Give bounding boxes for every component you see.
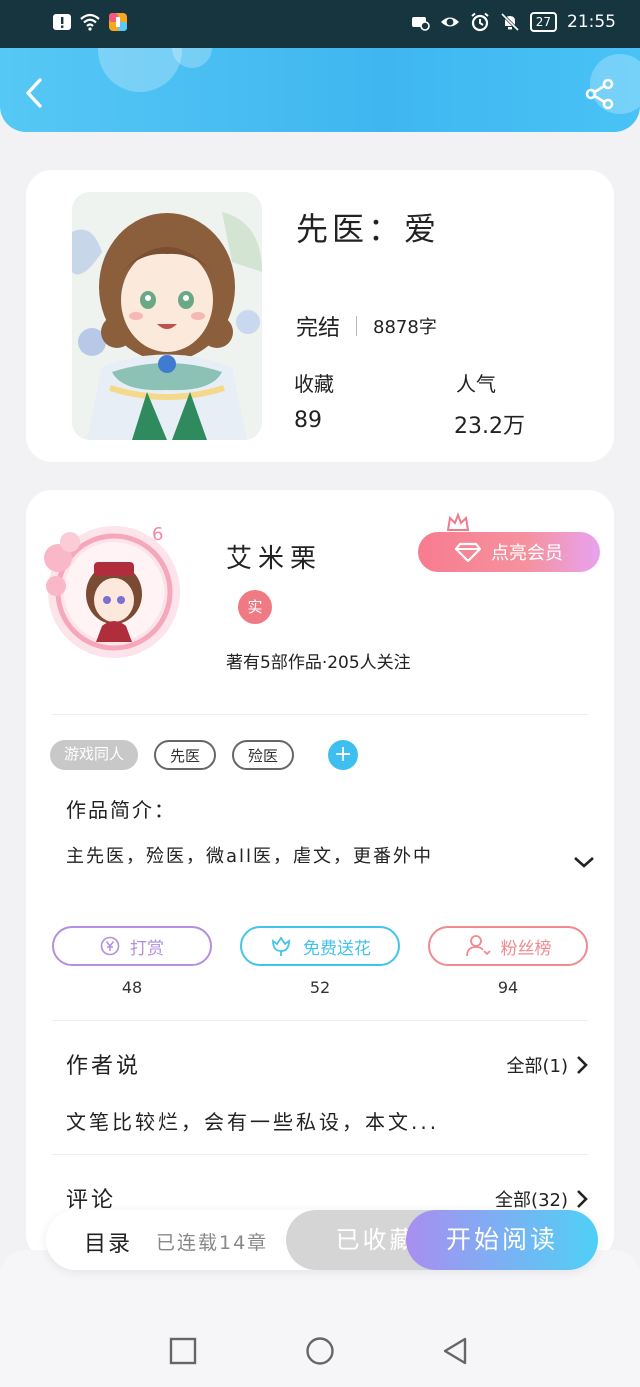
author-say-more-label: 全部(1) — [506, 1056, 569, 1077]
divider — [52, 1154, 588, 1155]
chevron-right-icon — [577, 1190, 588, 1208]
car-mode-icon — [411, 17, 430, 31]
author-stats: 著有5部作品·205人关注 — [226, 653, 411, 673]
author-say-more-link[interactable]: 全部(1) — [507, 1052, 589, 1078]
author-say-text[interactable]: 文笔比较烂，会有一些私设，本文... — [66, 1106, 439, 1135]
top-header — [0, 48, 640, 132]
expand-chevron-icon[interactable] — [572, 854, 596, 870]
tag-item[interactable]: 殓医 — [232, 740, 295, 770]
send-flower-button[interactable]: 免费送花 — [240, 926, 400, 966]
tag-item[interactable]: 先医 — [154, 740, 217, 770]
intro-text: 主先医，殓医，微all医，虐文，更番外中 — [66, 846, 434, 867]
vip-button-label: 点亮会员 — [491, 543, 563, 564]
flower-count: 52 — [309, 978, 331, 997]
divider — [52, 714, 588, 715]
crown-icon — [446, 512, 470, 531]
chapter-count: 已连载14章 — [156, 1232, 269, 1254]
fan-ranking-button-label: 粉丝榜 — [500, 938, 552, 959]
divider — [52, 1020, 588, 1021]
decor-bubble — [98, 48, 182, 92]
mute-bell-icon — [500, 12, 519, 32]
add-tag-button[interactable]: + — [328, 740, 359, 770]
reward-button-label: 打赏 — [130, 938, 164, 959]
reward-button[interactable]: 打赏 — [52, 926, 212, 966]
intro-heading: 作品简介： — [66, 798, 176, 822]
author-detail-card: 6 艾米栗 实 著有5部作品·205人关注 点亮会员 游戏同人 先医 殓医 + … — [26, 490, 614, 1260]
author-name[interactable]: 艾米栗 — [226, 538, 322, 575]
favorites-value: 89 — [294, 408, 322, 433]
popularity-value: 23.2万 — [454, 414, 525, 439]
status-bar: 27 21:55 — [0, 0, 640, 48]
author-say-heading: 作者说 — [66, 1054, 142, 1079]
reward-count: 48 — [121, 978, 143, 997]
share-button[interactable] — [584, 78, 616, 110]
word-count: 8878字 — [373, 317, 437, 338]
comments-more-link[interactable]: 全部(32) — [495, 1186, 588, 1212]
diamond-icon — [455, 542, 481, 562]
wifi-icon — [80, 13, 100, 31]
author-avatar[interactable]: 6 — [40, 518, 188, 666]
popularity-label: 人气 — [456, 372, 496, 396]
chevron-right-icon — [577, 1056, 588, 1074]
read-action-bar: 目录 已连载14章 已收藏 开始阅读 — [46, 1210, 598, 1270]
send-flower-button-label: 免费送花 — [303, 938, 371, 959]
fan-ranking-button[interactable]: 粉丝榜 — [428, 926, 588, 966]
favorites-label: 收藏 — [294, 372, 334, 396]
book-status-row: 完结 8878字 — [296, 310, 437, 342]
book-title: 先医：爱 — [296, 210, 441, 248]
battery-indicator: 27 — [529, 12, 557, 32]
yen-coin-icon — [100, 936, 120, 956]
recent-apps-button[interactable] — [168, 1336, 198, 1366]
tag-item[interactable]: 游戏同人 — [50, 740, 139, 770]
clock: 21:55 — [567, 12, 616, 32]
alert-icon — [53, 14, 71, 30]
system-nav-bar — [0, 1310, 640, 1387]
app-notification-icon — [109, 13, 127, 31]
alarm-icon — [471, 12, 489, 32]
start-reading-button[interactable]: 开始阅读 — [406, 1210, 598, 1270]
book-info-card: 先医：爱 完结 8878字 收藏 89 人气 23.2万 — [26, 170, 614, 462]
level-badge: 6 — [152, 524, 163, 545]
vip-button[interactable]: 点亮会员 — [418, 532, 600, 572]
system-back-button[interactable] — [440, 1336, 470, 1366]
user-rank-icon — [465, 935, 491, 957]
divider — [356, 316, 358, 336]
toc-button[interactable]: 目录 — [84, 1226, 132, 1258]
comments-more-label: 全部(32) — [495, 1190, 568, 1211]
flower-icon — [272, 936, 290, 956]
verified-badge: 实 — [238, 590, 272, 624]
tag-list: 游戏同人 先医 殓医 + — [50, 740, 359, 770]
home-button[interactable] — [305, 1336, 335, 1366]
book-cover-image[interactable] — [72, 192, 262, 440]
fan-count: 94 — [497, 978, 519, 997]
eye-icon — [440, 17, 459, 27]
book-status: 完结 — [296, 316, 341, 341]
back-button[interactable] — [20, 76, 50, 110]
